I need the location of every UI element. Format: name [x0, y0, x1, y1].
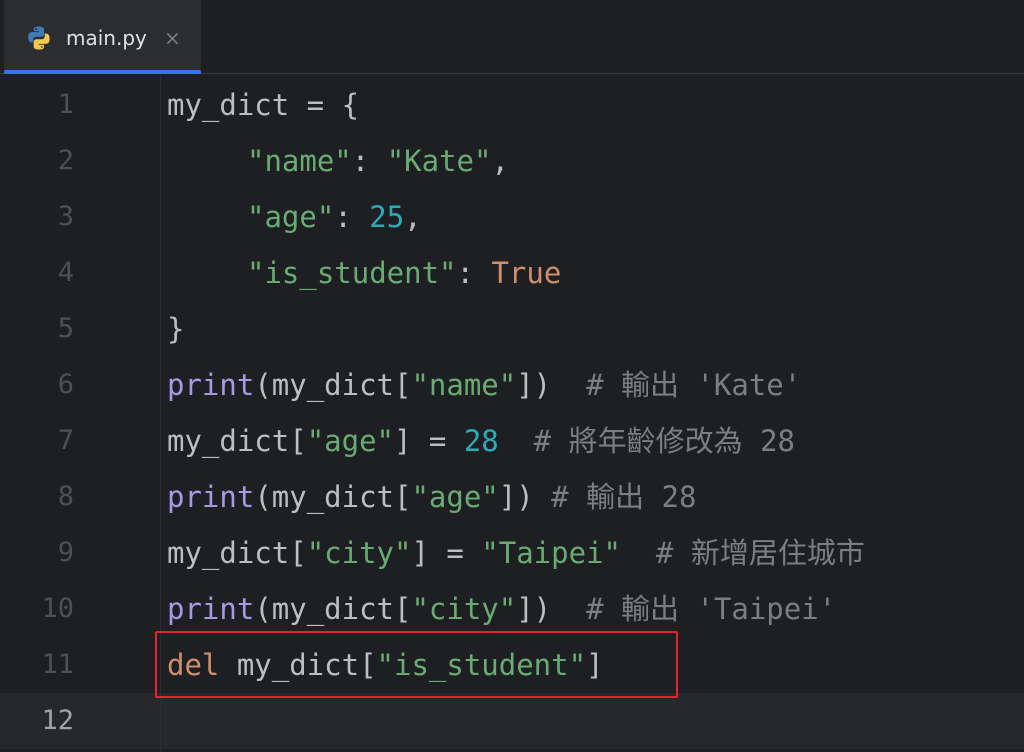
number-literal: 28 — [463, 424, 499, 458]
number-literal: 25 — [369, 200, 405, 234]
comment: 'Kate' — [679, 368, 802, 402]
tab-main-py[interactable]: main.py × — [4, 0, 201, 74]
code-token: my_dict = { — [167, 88, 360, 122]
string-literal: "city" — [306, 536, 412, 570]
python-icon — [26, 25, 52, 51]
line-number[interactable]: 9 — [0, 525, 74, 581]
code-line[interactable]: 10 print(my_dict["city"]) # 輸出 'Taipei' — [0, 581, 1024, 637]
keyword-literal: True — [491, 256, 562, 290]
code-token: ]) — [498, 480, 552, 514]
builtin-function: print — [167, 592, 255, 626]
tab-label: main.py — [66, 26, 147, 50]
string-literal: "age" — [306, 424, 394, 458]
code-token: ]) — [516, 368, 587, 402]
code-token: , — [404, 200, 422, 234]
string-literal: "age" — [247, 200, 335, 234]
code-token: , — [491, 144, 509, 178]
line-number[interactable]: 2 — [0, 133, 74, 189]
code-line[interactable]: 9 my_dict["city"] = "Taipei" # 新增居住城市 — [0, 525, 1024, 581]
code-line[interactable]: 3 "age": 25, — [0, 189, 1024, 245]
code-token: ] = — [394, 424, 464, 458]
code-line[interactable]: 2 "name": "Kate", — [0, 133, 1024, 189]
string-literal: "Taipei" — [481, 536, 621, 570]
code-text[interactable]: print(my_dict["name"]) # 輸出 'Kate' — [167, 357, 801, 413]
comment: 28 — [742, 424, 796, 458]
line-number[interactable]: 8 — [0, 469, 74, 525]
code-text[interactable]: "age": 25, — [167, 189, 422, 245]
highlight-box-del-statement — [155, 631, 678, 698]
code-token: : — [456, 256, 492, 290]
code-token: (my_dict[ — [254, 480, 412, 514]
comment-cjk: 新增居住城市 — [690, 536, 865, 570]
active-tab-indicator — [4, 70, 201, 74]
code-token: my_dict[ — [167, 424, 307, 458]
code-token: (my_dict[ — [254, 368, 412, 402]
code-line[interactable]: 8 print(my_dict["age"]) # 輸出 28 — [0, 469, 1024, 525]
comment: # — [586, 368, 621, 402]
line-number[interactable]: 7 — [0, 413, 74, 469]
code-text[interactable]: my_dict = { — [167, 77, 359, 133]
string-literal: "name" — [247, 144, 352, 178]
editor-tab-bar: main.py × — [0, 0, 1024, 74]
line-number[interactable]: 12 — [0, 693, 74, 749]
code-token: (my_dict[ — [254, 592, 412, 626]
string-literal: "city" — [411, 592, 517, 626]
code-token: ] = — [411, 536, 482, 570]
code-line-current[interactable]: 12 — [0, 693, 1024, 749]
comment: # — [620, 536, 691, 570]
code-token: my_dict[ — [167, 536, 307, 570]
code-text[interactable]: "is_student": True — [167, 245, 561, 301]
string-literal: "name" — [411, 368, 517, 402]
code-token: : — [334, 200, 370, 234]
line-number[interactable]: 6 — [0, 357, 74, 413]
line-number[interactable]: 11 — [0, 637, 74, 693]
code-token: ]) — [516, 592, 587, 626]
code-token: : — [351, 144, 387, 178]
line-number[interactable]: 1 — [0, 77, 74, 133]
close-icon[interactable]: × — [164, 23, 181, 53]
comment: # — [498, 424, 569, 458]
code-line[interactable]: 7 my_dict["age"] = 28 # 將年齡修改為 28 — [0, 413, 1024, 469]
line-number[interactable]: 10 — [0, 581, 74, 637]
code-text[interactable]: my_dict["age"] = 28 # 將年齡修改為 28 — [167, 413, 795, 469]
code-text[interactable]: print(my_dict["age"]) # 輸出 28 — [167, 469, 696, 525]
code-text[interactable]: print(my_dict["city"]) # 輸出 'Taipei' — [167, 581, 836, 637]
comment: 28 — [644, 480, 697, 514]
string-literal: "age" — [411, 480, 499, 514]
code-token: } — [167, 312, 185, 346]
builtin-function: print — [167, 368, 255, 402]
comment: 'Taipei' — [679, 592, 837, 626]
string-literal: "is_student" — [247, 256, 457, 290]
builtin-function: print — [167, 480, 255, 514]
code-text[interactable]: } — [167, 301, 184, 357]
code-line[interactable]: 6 print(my_dict["name"]) # 輸出 'Kate' — [0, 357, 1024, 413]
code-editor[interactable]: 1 my_dict = { 2 "name": "Kate", 3 "age":… — [0, 75, 1024, 752]
string-literal: "Kate" — [386, 144, 492, 178]
code-line[interactable]: 5 } — [0, 301, 1024, 357]
comment-cjk: 輸出 — [586, 480, 645, 514]
line-number[interactable]: 4 — [0, 245, 74, 301]
ide-window: main.py × 1 my_dict = { 2 "name": "Kate"… — [0, 0, 1024, 752]
comment-cjk: 輸出 — [620, 592, 679, 626]
code-text[interactable]: my_dict["city"] = "Taipei" # 新增居住城市 — [167, 525, 865, 581]
comment-cjk: 將年齡修改為 — [568, 424, 743, 458]
line-number[interactable]: 3 — [0, 189, 74, 245]
line-number[interactable]: 5 — [0, 301, 74, 357]
comment: # — [586, 592, 621, 626]
comment: # — [551, 480, 587, 514]
code-line[interactable]: 4 "is_student": True — [0, 245, 1024, 301]
code-line[interactable]: 1 my_dict = { — [0, 77, 1024, 133]
comment-cjk: 輸出 — [620, 368, 679, 402]
code-text[interactable]: "name": "Kate", — [167, 133, 509, 189]
